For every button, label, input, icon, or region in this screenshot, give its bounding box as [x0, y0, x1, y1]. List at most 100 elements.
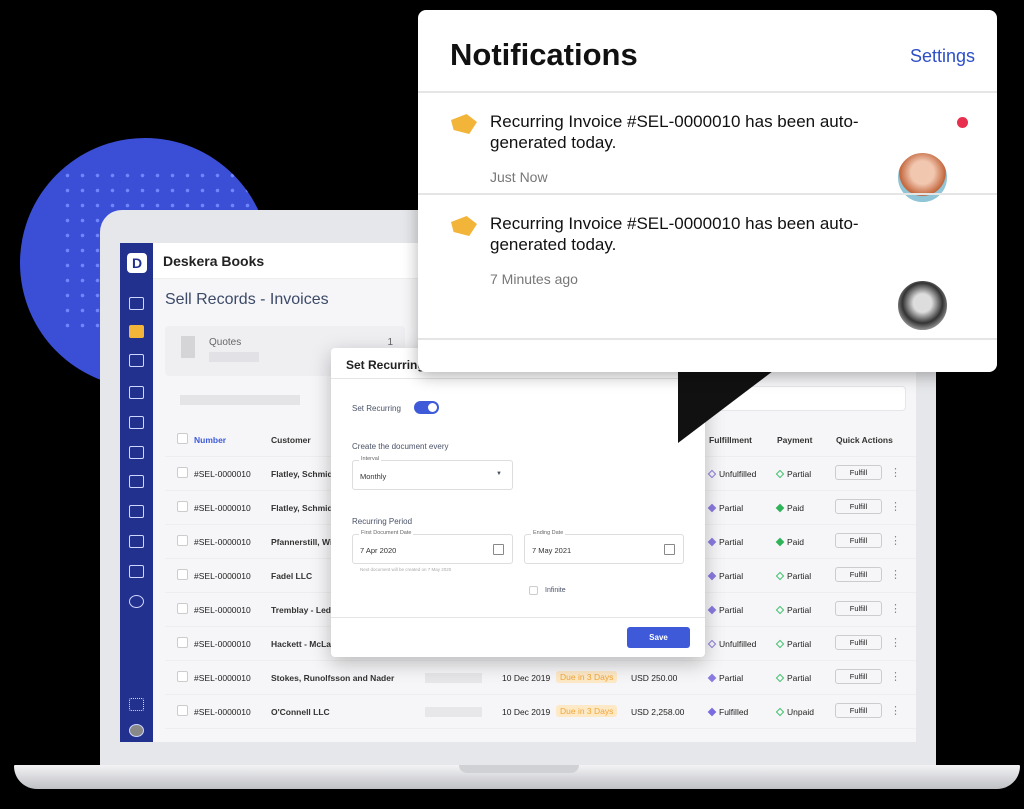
- more-options-icon[interactable]: ⋮: [890, 636, 901, 649]
- gear-icon[interactable]: [129, 595, 144, 608]
- sell-tag-icon[interactable]: [129, 325, 144, 338]
- diamond-icon: [775, 537, 785, 547]
- end-date-value: 7 May 2021: [532, 546, 572, 555]
- date-filter[interactable]: [180, 395, 300, 405]
- quote-icon: [181, 336, 195, 358]
- row-checkbox[interactable]: [177, 637, 188, 648]
- fulfillment-status: Partial: [707, 537, 743, 547]
- invoice-number[interactable]: #SEL-0000010: [194, 639, 251, 649]
- more-options-icon[interactable]: ⋮: [890, 500, 901, 513]
- diamond-icon: [775, 503, 785, 513]
- save-button[interactable]: Save: [627, 627, 690, 648]
- invoice-number[interactable]: #SEL-0000010: [194, 571, 251, 581]
- invoice-number[interactable]: #SEL-0000010: [194, 503, 251, 513]
- document-icon[interactable]: [129, 475, 144, 488]
- invoice-number[interactable]: #SEL-0000010: [194, 469, 251, 479]
- interval-select[interactable]: Interval Monthly ▼: [352, 456, 513, 490]
- row-checkbox[interactable]: [177, 603, 188, 614]
- set-recurring-toggle[interactable]: [414, 401, 439, 414]
- fulfill-button[interactable]: Fulfill: [835, 567, 882, 582]
- invoice-number[interactable]: #SEL-0000010: [194, 605, 251, 615]
- invoice-number[interactable]: #SEL-0000010: [194, 707, 251, 717]
- more-options-icon[interactable]: ⋮: [890, 704, 901, 717]
- diamond-icon: [707, 571, 717, 581]
- header-fulfillment[interactable]: Fulfillment: [709, 435, 752, 445]
- report-icon[interactable]: [129, 505, 144, 518]
- notification-item[interactable]: Recurring Invoice #SEL-0000010 has been …: [418, 91, 997, 204]
- fulfill-button[interactable]: Fulfill: [835, 499, 882, 514]
- fulfillment-status: Unfulfilled: [707, 639, 756, 649]
- customer-name: Pfannerstill, Wi: [271, 537, 333, 547]
- diamond-icon: [707, 469, 717, 479]
- price-tag-icon: [451, 114, 477, 134]
- fulfill-button[interactable]: Fulfill: [835, 669, 882, 684]
- card-icon[interactable]: [129, 354, 144, 367]
- payment-status: Unpaid: [775, 707, 814, 717]
- settings-link[interactable]: Settings: [910, 46, 975, 67]
- fulfillment-status: Partial: [707, 503, 743, 513]
- header-customer[interactable]: Customer: [271, 435, 311, 445]
- calendar-icon[interactable]: [493, 544, 504, 555]
- infinite-checkbox[interactable]: [529, 586, 538, 595]
- customer-name: Hackett - McLa: [271, 639, 331, 649]
- cart-icon[interactable]: [129, 386, 144, 399]
- fulfill-button[interactable]: Fulfill: [835, 533, 882, 548]
- table-row[interactable]: #SEL-0000010 Stokes, Runolfsson and Nade…: [165, 661, 916, 695]
- amount: USD 2,258.00: [631, 707, 685, 717]
- table-row[interactable]: #SEL-0000010 O'Connell LLC 10 Dec 2019 D…: [165, 695, 916, 729]
- customer-name: O'Connell LLC: [271, 707, 330, 717]
- truck-icon[interactable]: [129, 446, 144, 459]
- header-number[interactable]: Number: [194, 435, 226, 445]
- period-label: Recurring Period: [352, 517, 413, 526]
- select-all-checkbox[interactable]: [177, 433, 188, 444]
- customer-name: Flatley, Schmid: [271, 469, 333, 479]
- payment-status: Partial: [775, 469, 811, 479]
- dashboard-icon[interactable]: [129, 297, 144, 310]
- header-payment[interactable]: Payment: [777, 435, 812, 445]
- interval-label: Interval: [359, 456, 382, 462]
- laptop-base: [14, 765, 1020, 789]
- bank-icon[interactable]: [129, 535, 144, 548]
- row-checkbox[interactable]: [177, 467, 188, 478]
- notifications-panel: Notifications Settings Recurring Invoice…: [418, 10, 997, 372]
- calculator-icon[interactable]: [129, 565, 144, 578]
- row-checkbox[interactable]: [177, 705, 188, 716]
- row-checkbox[interactable]: [177, 569, 188, 580]
- fulfill-button[interactable]: Fulfill: [835, 635, 882, 650]
- diamond-icon: [775, 605, 785, 615]
- fulfill-button[interactable]: Fulfill: [835, 601, 882, 616]
- notification-message: Recurring Invoice #SEL-0000010 has been …: [490, 112, 859, 152]
- notification-item[interactable]: Recurring Invoice #SEL-0000010 has been …: [418, 193, 997, 340]
- payment-status: Paid: [775, 537, 804, 547]
- diamond-icon: [707, 605, 717, 615]
- row-checkbox[interactable]: [177, 501, 188, 512]
- first-date-label: First Document Date: [359, 530, 414, 536]
- fulfill-button[interactable]: Fulfill: [835, 703, 882, 718]
- row-checkbox[interactable]: [177, 671, 188, 682]
- avatar[interactable]: [129, 724, 144, 737]
- more-options-icon[interactable]: ⋮: [890, 534, 901, 547]
- diamond-icon: [707, 673, 717, 683]
- invoice-number[interactable]: #SEL-0000010: [194, 537, 251, 547]
- more-options-icon[interactable]: ⋮: [890, 602, 901, 615]
- sidebar: D: [120, 243, 153, 742]
- diamond-icon: [775, 639, 785, 649]
- calendar-icon[interactable]: [664, 544, 675, 555]
- end-date-field[interactable]: Ending Date 7 May 2021: [524, 530, 684, 564]
- invoice-date: 10 Dec 2019: [502, 673, 551, 683]
- end-date-label: Ending Date: [531, 530, 566, 536]
- more-options-icon[interactable]: ⋮: [890, 568, 901, 581]
- calendar-icon[interactable]: [129, 416, 144, 429]
- diamond-icon: [775, 571, 785, 581]
- fulfillment-status: Partial: [707, 605, 743, 615]
- fulfill-button[interactable]: Fulfill: [835, 465, 882, 480]
- customer-name: Flatley, Schmid: [271, 503, 333, 513]
- row-checkbox[interactable]: [177, 535, 188, 546]
- payment-status: Partial: [775, 639, 811, 649]
- more-options-icon[interactable]: ⋮: [890, 670, 901, 683]
- more-options-icon[interactable]: ⋮: [890, 466, 901, 479]
- first-date-field[interactable]: First Document Date 7 Apr 2020: [352, 530, 513, 564]
- apps-grid-icon[interactable]: [129, 698, 144, 711]
- invoice-number[interactable]: #SEL-0000010: [194, 673, 251, 683]
- notifications-title: Notifications: [450, 37, 638, 72]
